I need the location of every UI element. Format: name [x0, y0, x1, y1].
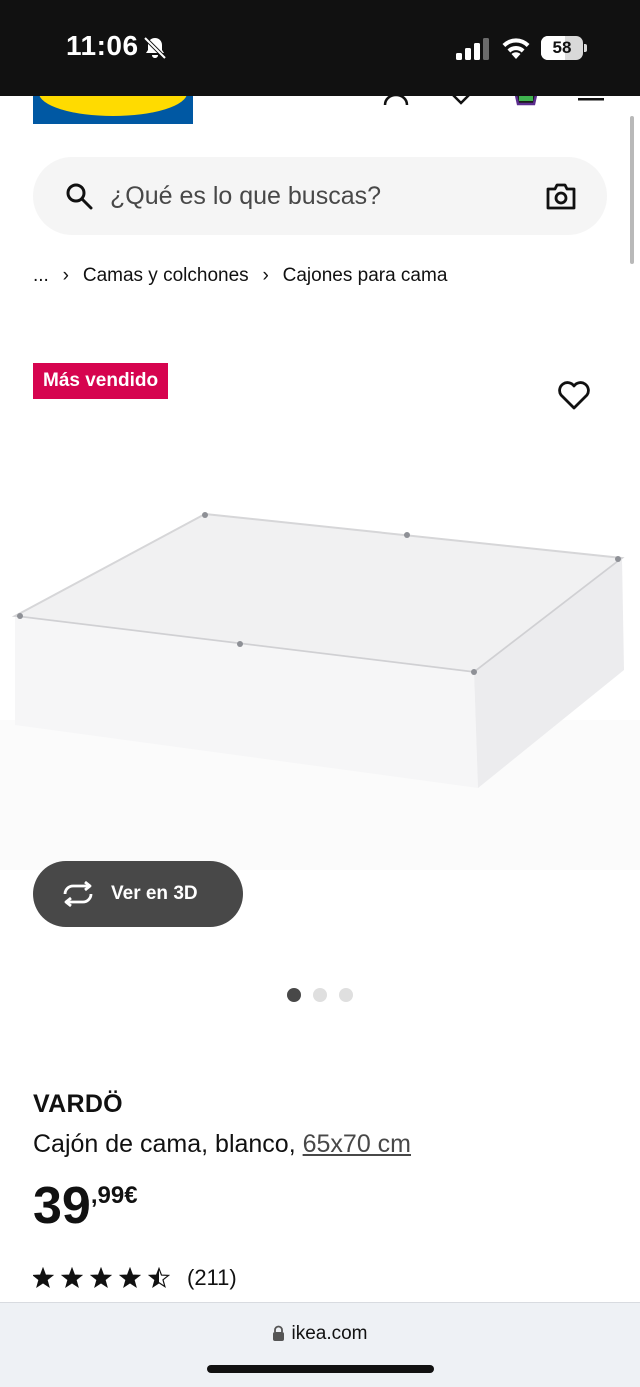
- rotate-3d-icon: [63, 881, 93, 907]
- carousel-dot[interactable]: [287, 988, 301, 1002]
- browser-address-bar[interactable]: ikea.com: [0, 1302, 640, 1387]
- product-rating[interactable]: (211): [33, 1264, 237, 1292]
- home-indicator[interactable]: [207, 1365, 434, 1373]
- product-name: VARDÖ: [33, 1090, 123, 1118]
- star-icon: [89, 1267, 113, 1288]
- search-input[interactable]: [110, 157, 530, 235]
- search-icon[interactable]: [65, 182, 93, 210]
- product-price: 39,99€: [33, 1178, 138, 1234]
- status-bar: 11:06 58: [0, 0, 640, 96]
- price-decimal: ,99€: [90, 1182, 138, 1209]
- product-description-text: Cajón de cama, blanco,: [33, 1130, 303, 1158]
- carousel-dot[interactable]: [313, 988, 327, 1002]
- breadcrumb: ... › Camas y colchones › Cajones para c…: [33, 262, 447, 290]
- chevron-right-icon: ›: [262, 265, 269, 286]
- url-text: ikea.com: [291, 1323, 368, 1344]
- product-image[interactable]: [0, 470, 640, 880]
- breadcrumb-ellipsis[interactable]: ...: [33, 265, 49, 287]
- lock-icon: [273, 1325, 285, 1341]
- signal-icon: [456, 38, 489, 60]
- product-description: Cajón de cama, blanco, 65x70 cm: [33, 1130, 411, 1159]
- product-measure-link[interactable]: 65x70 cm: [303, 1130, 411, 1158]
- star-icon: [118, 1267, 142, 1288]
- star-icon: [60, 1267, 84, 1288]
- star-icon: [33, 1267, 55, 1288]
- carousel-dot[interactable]: [339, 988, 353, 1002]
- price-integer: 39: [33, 1177, 91, 1235]
- camera-icon[interactable]: [545, 181, 577, 211]
- favorites-icon[interactable]: [446, 96, 476, 106]
- ikea-logo[interactable]: [33, 96, 193, 124]
- status-time: 11:06: [66, 30, 139, 61]
- wifi-icon: [502, 38, 530, 59]
- chevron-right-icon: ›: [62, 265, 69, 286]
- breadcrumb-item-camas[interactable]: Camas y colchones: [83, 265, 249, 287]
- review-count: (211): [187, 1265, 237, 1290]
- battery-level: 58: [552, 38, 572, 57]
- view-3d-button[interactable]: Ver en 3D: [33, 861, 243, 927]
- heart-icon[interactable]: [556, 378, 592, 412]
- cart-icon[interactable]: [511, 96, 541, 106]
- carousel-dots: [287, 988, 353, 1002]
- battery-icon: 58: [541, 36, 587, 60]
- breadcrumb-item-cajones[interactable]: Cajones para cama: [283, 265, 448, 287]
- best-seller-badge: Más vendido: [33, 363, 169, 399]
- search-bar[interactable]: [33, 157, 607, 235]
- page-scrollbar[interactable]: [630, 116, 634, 264]
- user-icon[interactable]: [381, 96, 411, 106]
- rating-stars-icon: [33, 1267, 171, 1288]
- url-display[interactable]: ikea.com: [0, 1323, 640, 1345]
- menu-icon[interactable]: [578, 96, 604, 106]
- bell-muted-icon: [143, 36, 167, 60]
- view-3d-label: Ver en 3D: [111, 883, 198, 904]
